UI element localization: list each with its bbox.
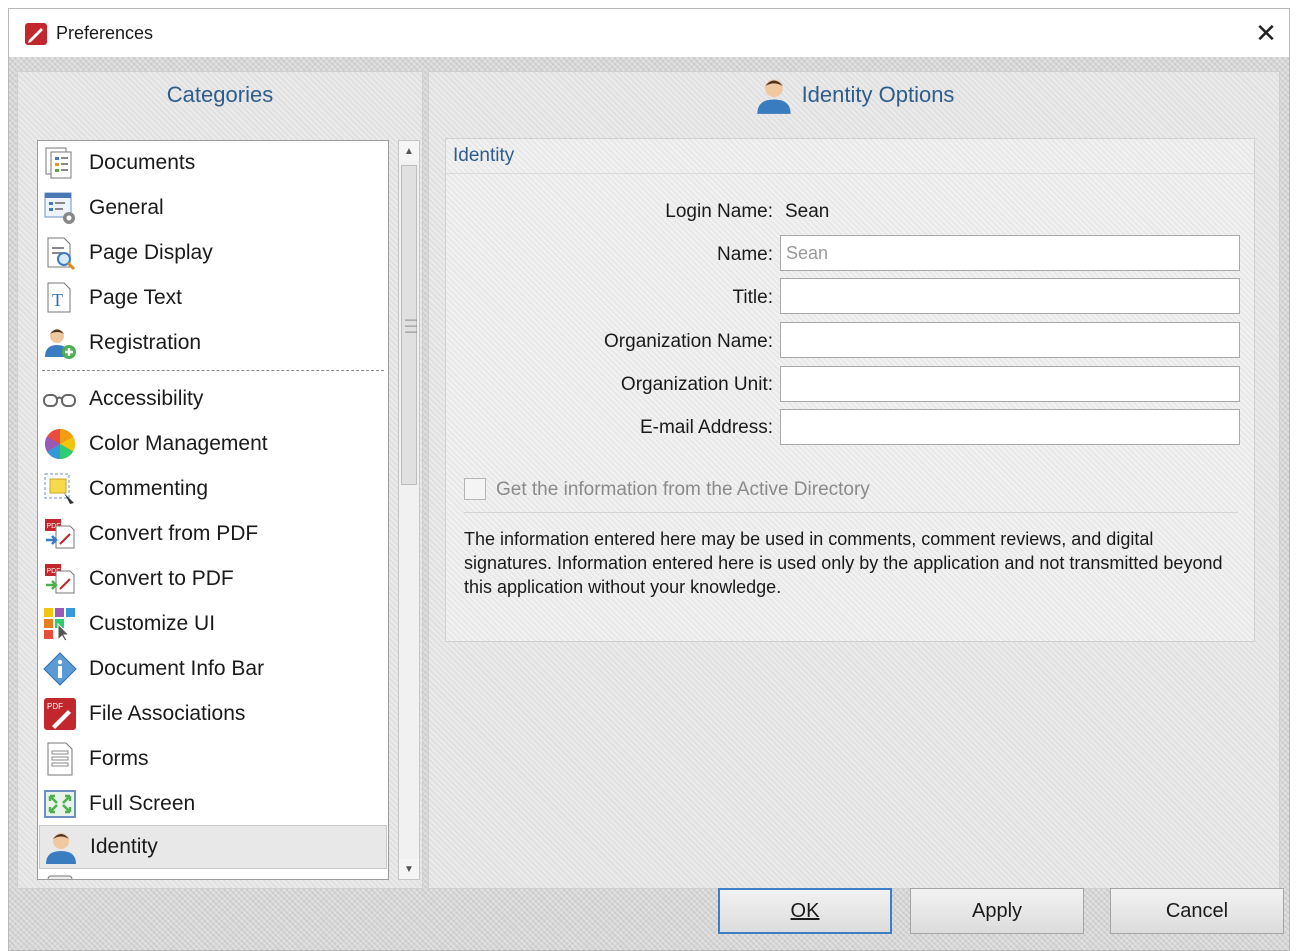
category-commenting[interactable]: Commenting (39, 467, 387, 511)
active-directory-label: Get the information from the Active Dire… (496, 479, 870, 500)
active-directory-checkbox[interactable] (464, 478, 486, 500)
chevron-down-icon: ▼ (404, 863, 414, 875)
scroll-grip-icon: — — — (405, 312, 417, 338)
convert-to-pdf-icon: PDF (45, 564, 75, 594)
category-label: Commenting (89, 477, 209, 500)
category-label: Convert from PDF (89, 522, 259, 545)
page-display-icon (47, 237, 76, 271)
registration-icon (45, 329, 76, 359)
category-forms[interactable]: Forms (39, 737, 387, 781)
info-divider (464, 512, 1238, 513)
category-label: Full Screen (89, 792, 196, 815)
cancel-button-label: Cancel (1165, 899, 1229, 922)
email-address-field[interactable] (780, 409, 1240, 445)
svg-text:T: T (52, 290, 63, 310)
category-partial-next[interactable] (39, 870, 387, 879)
glasses-icon (43, 394, 76, 407)
color-wheel-icon (44, 429, 76, 459)
category-identity[interactable]: Identity (39, 825, 387, 869)
dialog-client-area: Categories Documents General Page Displa… (9, 57, 1289, 950)
identity-info-text: The information entered here may be used… (464, 529, 1223, 597)
categories-heading: Categories (166, 82, 274, 107)
window-title: Preferences (56, 23, 154, 43)
apply-button[interactable]: Apply (910, 888, 1084, 934)
login-name-value: Sean (785, 201, 830, 222)
info-icon (43, 652, 77, 686)
general-settings-icon (44, 192, 75, 224)
category-registration[interactable]: Registration (39, 321, 387, 365)
user-icon (756, 79, 791, 114)
group-divider (446, 173, 1254, 174)
title-field[interactable] (780, 278, 1240, 314)
title-bar: Preferences ✕ (9, 9, 1289, 57)
category-color-management[interactable]: Color Management (39, 422, 387, 466)
email-address-label: E-mail Address: (639, 417, 773, 438)
category-label: General (89, 196, 164, 219)
organization-name-label: Organization Name: (604, 331, 773, 352)
identity-group: Identity Login Name: Sean Name: Title: O… (445, 138, 1255, 642)
pdf-file-icon: PDF (44, 698, 76, 730)
close-icon[interactable]: ✕ (1255, 18, 1277, 49)
partial-next-category-icon (47, 875, 73, 879)
app-logo-icon (25, 23, 47, 45)
category-label: File Associations (89, 702, 246, 725)
category-general[interactable]: General (39, 186, 387, 230)
category-separator (42, 370, 384, 371)
scroll-down-button[interactable]: ▼ (399, 859, 419, 879)
scroll-up-button[interactable]: ▲ (399, 141, 419, 161)
apply-button-label: Apply (971, 899, 1023, 922)
identity-options-heading: Identity Options (801, 82, 955, 107)
name-label: Name: (717, 244, 773, 265)
category-label: Forms (89, 747, 149, 770)
identity-group-title: Identity (453, 145, 515, 166)
category-customize-ui[interactable]: Customize UI (39, 602, 387, 646)
category-label: Document Info Bar (89, 657, 265, 680)
documents-icon (45, 147, 72, 179)
user-icon (46, 833, 76, 864)
category-full-screen[interactable]: Full Screen (39, 782, 387, 826)
identity-options-header: Identity Options (429, 72, 1279, 118)
commenting-icon (44, 473, 74, 504)
cancel-button[interactable]: Cancel (1110, 888, 1284, 934)
category-label: Registration (89, 331, 202, 354)
chevron-up-icon: ▲ (404, 145, 414, 157)
categories-panel: Categories Documents General Page Displa… (17, 71, 423, 889)
scroll-thumb[interactable]: — — — (401, 165, 417, 485)
svg-text:PDF: PDF (47, 702, 63, 711)
title-label: Title: (732, 287, 773, 308)
category-document-info-bar[interactable]: Document Info Bar (39, 647, 387, 691)
category-file-associations[interactable]: PDF File Associations (39, 692, 387, 736)
organization-unit-field[interactable] (780, 366, 1240, 402)
category-label: Color Management (89, 432, 268, 455)
category-documents[interactable]: Documents (39, 141, 387, 185)
category-page-display[interactable]: Page Display (39, 231, 387, 275)
ok-button[interactable]: OK (718, 888, 892, 934)
category-page-text[interactable]: T Page Text (39, 276, 387, 320)
identity-options-panel: Identity Options Identity Login Name: Se… (428, 71, 1280, 889)
category-label: Convert to PDF (89, 567, 234, 590)
category-label: Customize UI (89, 612, 216, 635)
ok-button-label: OK (790, 899, 820, 922)
category-label: Documents (89, 151, 196, 174)
page-text-icon: T (47, 282, 71, 313)
close-button[interactable]: ✕ (1243, 9, 1289, 57)
customize-ui-icon (44, 608, 75, 642)
forms-icon (47, 742, 73, 776)
full-screen-icon (44, 790, 76, 818)
organization-unit-label: Organization Unit: (620, 374, 773, 395)
organization-name-field[interactable] (780, 322, 1240, 358)
category-label: Identity (90, 835, 158, 858)
name-field[interactable] (780, 235, 1240, 271)
category-label: Page Display (89, 241, 213, 264)
convert-from-pdf-icon: PDF (45, 519, 75, 549)
category-accessibility[interactable]: Accessibility (39, 377, 387, 421)
category-convert-from-pdf[interactable]: PDF Convert from PDF (39, 512, 387, 556)
category-label: Accessibility (89, 387, 204, 410)
login-name-label: Login Name: (665, 201, 773, 222)
preferences-dialog: Preferences ✕ Categories Documents Gener… (8, 8, 1290, 951)
category-convert-to-pdf[interactable]: PDF Convert to PDF (39, 557, 387, 601)
category-label: Page Text (89, 286, 183, 309)
categories-scrollbar[interactable]: ▲ — — — ▼ (398, 140, 420, 880)
categories-list[interactable]: Documents General Page Display T Page Te… (37, 140, 389, 880)
